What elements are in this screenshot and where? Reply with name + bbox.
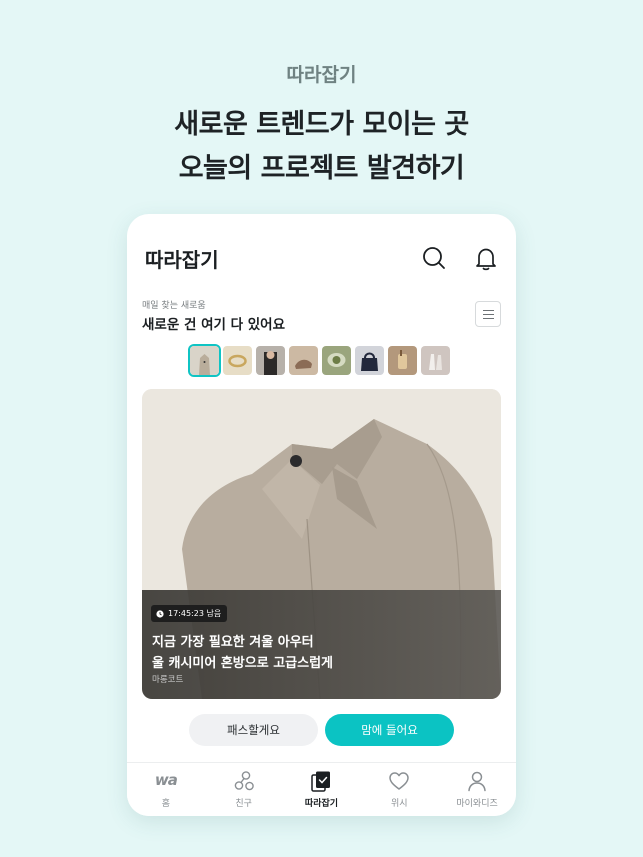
card-headline-line2: 울 캐시미어 혼방으로 고급스럽게 bbox=[152, 656, 334, 671]
product-card[interactable]: 17:45:23 남음 지금 가장 필요한 겨울 아우터 울 캐시미어 혼방으로… bbox=[142, 389, 501, 699]
promo-headline-line2: 오늘의 프로젝트 발견하기 bbox=[178, 153, 465, 184]
like-button[interactable]: 맘에 들어요 bbox=[325, 714, 454, 746]
page-title: 따라잡기 bbox=[145, 248, 219, 272]
promo-kicker: 따라잡기 bbox=[286, 64, 357, 86]
search-icon bbox=[423, 247, 445, 269]
tab-catchup[interactable]: 따라잡기 bbox=[283, 763, 361, 816]
tab-label: 마이와디즈 bbox=[456, 799, 498, 809]
thumbnail-plant[interactable] bbox=[322, 346, 351, 375]
tab-label: 친구 bbox=[235, 799, 252, 809]
tab-label: 따라잡기 bbox=[304, 799, 339, 809]
phone-screen: 따라잡기 매일 찾는 새로움 새로운 건 여기 다 있어요 17:45:23 남… bbox=[127, 214, 516, 816]
section-title: 새로운 건 여기 다 있어요 bbox=[142, 317, 285, 333]
tab-home[interactable]: wa 홈 bbox=[127, 763, 205, 816]
friends-icon bbox=[234, 771, 254, 791]
thumbnail-bag[interactable] bbox=[355, 346, 384, 375]
countdown-badge: 17:45:23 남음 bbox=[151, 605, 228, 622]
thumbnail-person[interactable] bbox=[256, 346, 285, 375]
thumbnail-heels[interactable] bbox=[421, 346, 450, 375]
list-view-button[interactable] bbox=[475, 301, 501, 327]
catchup-icon bbox=[311, 771, 331, 792]
thumbnail-bracelet[interactable] bbox=[223, 346, 252, 375]
thumbnail-drink[interactable] bbox=[388, 346, 417, 375]
wa-logo-icon: wa bbox=[154, 771, 178, 789]
pass-button[interactable]: 패스할게요 bbox=[189, 714, 318, 746]
heart-icon bbox=[389, 772, 410, 790]
menu-icon bbox=[483, 310, 494, 312]
person-icon bbox=[468, 771, 486, 792]
tab-label: 홈 bbox=[161, 799, 171, 809]
tab-wish[interactable]: 위시 bbox=[360, 763, 438, 816]
section-kicker: 매일 찾는 새로움 bbox=[142, 301, 206, 311]
tab-my[interactable]: 마이와디즈 bbox=[438, 763, 516, 816]
thumbnail-sandal[interactable] bbox=[289, 346, 318, 375]
search-button[interactable] bbox=[420, 244, 448, 272]
clock-icon bbox=[156, 609, 164, 618]
notification-button[interactable] bbox=[472, 244, 500, 272]
thumbnail-coat[interactable] bbox=[190, 346, 219, 375]
tab-label: 위시 bbox=[391, 799, 408, 809]
bottom-tab-bar: wa 홈 친구 따라잡기 위시 마이와디즈 bbox=[127, 762, 516, 816]
promo-headline-line1: 새로운 트렌드가 모이는 곳 bbox=[174, 109, 469, 140]
card-brand: 마롱코트 bbox=[152, 675, 184, 685]
card-caption: 17:45:23 남음 지금 가장 필요한 겨울 아우터 울 캐시미어 혼방으로… bbox=[142, 590, 501, 699]
tab-friends[interactable]: 친구 bbox=[205, 763, 283, 816]
bell-icon bbox=[476, 248, 496, 271]
card-headline-line1: 지금 가장 필요한 겨울 아우터 bbox=[152, 635, 314, 650]
countdown-text: 17:45:23 남음 bbox=[168, 609, 222, 618]
thumbnail-strip bbox=[190, 346, 450, 375]
